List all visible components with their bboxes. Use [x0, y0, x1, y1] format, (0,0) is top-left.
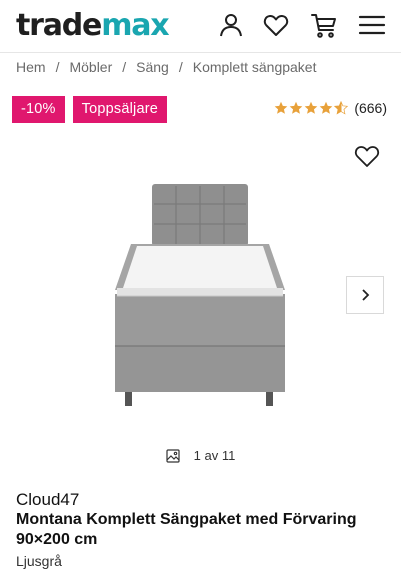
next-image-button[interactable] — [346, 276, 384, 314]
star-full-icon — [290, 101, 303, 114]
breadcrumb-separator: / — [55, 59, 60, 75]
site-header: trademax — [0, 0, 401, 52]
trademax-logo[interactable]: trademax — [16, 6, 170, 46]
discount-badge: -10% — [12, 96, 65, 123]
logo-text-trade: trade — [16, 8, 102, 43]
breadcrumb-item-hem[interactable]: Hem — [16, 59, 46, 75]
star-full-icon — [275, 101, 288, 114]
product-rating[interactable]: (666) — [274, 100, 387, 116]
product-title: Montana Komplett Sängpaket med Förvaring… — [16, 511, 357, 548]
chevron-right-icon — [362, 289, 370, 301]
bestseller-badge: Toppsäljare — [72, 96, 168, 123]
image-counter: 1 av 11 — [0, 448, 401, 463]
product-badges: -10% Toppsäljare — [12, 96, 168, 123]
image-counter-text: 1 av 11 — [193, 448, 236, 463]
star-half-icon — [334, 101, 349, 115]
rating-stars — [274, 101, 349, 115]
product-image[interactable] — [105, 180, 295, 412]
breadcrumb: Hem / Möbler / Säng / Komplett sängpaket — [16, 58, 316, 76]
user-icon[interactable] — [217, 11, 245, 39]
bed-illustration — [115, 184, 285, 406]
product-variant: Ljusgrå — [16, 553, 62, 569]
header-divider — [0, 52, 401, 53]
breadcrumb-item-komplett-sangpaket[interactable]: Komplett sängpaket — [193, 59, 317, 75]
breadcrumb-separator: / — [178, 59, 183, 75]
star-full-icon — [305, 101, 318, 114]
wishlist-heart-icon[interactable] — [353, 142, 381, 170]
image-gallery-icon — [166, 448, 180, 463]
star-full-icon — [320, 101, 333, 114]
cart-icon[interactable] — [310, 11, 338, 39]
logo-text-max: max — [101, 8, 169, 43]
rating-count: (666) — [354, 100, 387, 116]
breadcrumb-item-mobler[interactable]: Möbler — [69, 59, 112, 75]
breadcrumb-item-sang[interactable]: Säng — [136, 59, 169, 75]
product-brand[interactable]: Cloud47 — [16, 490, 79, 510]
breadcrumb-separator: / — [122, 59, 127, 75]
heart-icon[interactable] — [262, 11, 290, 39]
menu-icon[interactable] — [358, 11, 386, 39]
